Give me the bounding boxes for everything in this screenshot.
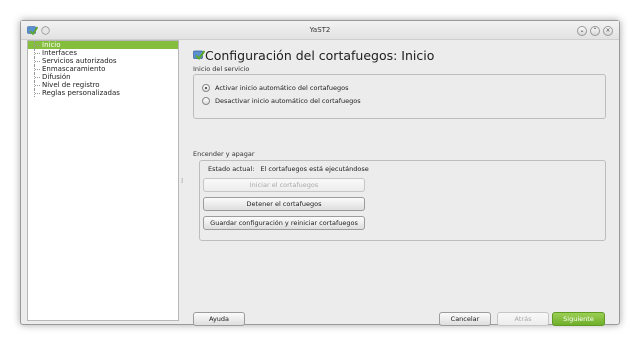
close-icon: × <box>605 27 611 34</box>
title-bar: YaST2 ⌄ ⌃ × <box>21 21 619 40</box>
service-start-label: Inicio del servicio <box>193 65 250 73</box>
firewall-icon <box>193 50 205 61</box>
sidebar-item-servicios[interactable]: Servicios autorizados <box>28 57 178 65</box>
tree-line <box>34 57 40 65</box>
tree-line <box>34 65 40 73</box>
status-value: El cortafuegos está ejecutándose <box>260 165 369 173</box>
sidebar-item-interfaces[interactable]: Interfaces <box>28 49 178 57</box>
enable-autostart-option[interactable]: Activar inicio automático del cortafuego… <box>202 83 349 93</box>
sidebar-item-label: Servicios autorizados <box>42 57 117 65</box>
main-content: Configuración del cortafuegos: Inicio In… <box>193 43 611 326</box>
minimize-button[interactable]: ⌄ <box>577 26 587 36</box>
sidebar-item-inicio[interactable]: Inicio <box>28 41 178 49</box>
service-start-group: Activar inicio automático del cortafuego… <box>193 74 606 119</box>
sidebar-item-label: Inicio <box>42 41 61 49</box>
chevron-down-icon: ⌄ <box>579 27 585 34</box>
tree-line <box>34 73 40 81</box>
sidebar-item-label: Difusión <box>42 73 71 81</box>
tree-line <box>34 49 40 57</box>
tree-line <box>34 89 40 97</box>
switch-section-label: Encender y apagar <box>193 150 255 158</box>
disable-autostart-option[interactable]: Desactivar inicio automático del cortafu… <box>202 96 361 106</box>
radio-unchecked-icon[interactable] <box>202 97 210 105</box>
status-line: Estado actual: El cortafuegos está ejecut… <box>208 165 369 173</box>
sidebar-item-label: Reglas personalizadas <box>42 89 120 97</box>
sidebar-item-nivel-registro[interactable]: Nivel de registro <box>28 81 178 89</box>
disable-autostart-label: Desactivar inicio automático del cortafu… <box>215 97 361 105</box>
window-title: YaST2 <box>309 26 331 34</box>
tree-line <box>34 41 40 49</box>
sidebar-item-label: Nivel de registro <box>42 81 100 89</box>
maximize-button[interactable]: ⌃ <box>590 26 600 36</box>
start-firewall-button[interactable]: Iniciar el cortafuegos <box>203 178 365 192</box>
chevron-up-icon: ⌃ <box>592 27 598 34</box>
tree-line <box>34 81 40 89</box>
splitter-handle[interactable]: ⁞ <box>181 177 184 185</box>
cancel-button[interactable]: Cancelar <box>439 312 491 326</box>
help-button[interactable]: Ayuda <box>193 312 245 326</box>
sidebar-item-difusion[interactable]: Difusión <box>28 73 178 81</box>
close-button[interactable]: × <box>603 26 613 36</box>
stop-firewall-button[interactable]: Detener el cortafuegos <box>203 197 365 211</box>
sidebar: Inicio Interfaces Servicios autorizados … <box>27 40 179 321</box>
yast-window: YaST2 ⌄ ⌃ × Inicio Interfaces Servicios … <box>20 20 620 326</box>
enable-autostart-label: Activar inicio automático del cortafuego… <box>215 84 349 92</box>
switch-group: Estado actual: El cortafuegos está ejecut… <box>199 160 606 241</box>
back-button[interactable]: Atrás <box>497 312 549 326</box>
status-label: Estado actual: <box>208 165 255 173</box>
sidebar-item-label: Enmascaramiento <box>42 65 106 73</box>
page-title: Configuración del cortafuegos: Inicio <box>205 48 435 63</box>
save-restart-button[interactable]: Guardar configuración y reiniciar cortaf… <box>203 216 365 230</box>
next-button[interactable]: Siguiente <box>552 312 605 326</box>
sidebar-item-reglas[interactable]: Reglas personalizadas <box>28 89 178 97</box>
sidebar-item-label: Interfaces <box>42 49 77 57</box>
sidebar-item-enmascaramiento[interactable]: Enmascaramiento <box>28 65 178 73</box>
radio-checked-icon[interactable] <box>202 84 210 92</box>
